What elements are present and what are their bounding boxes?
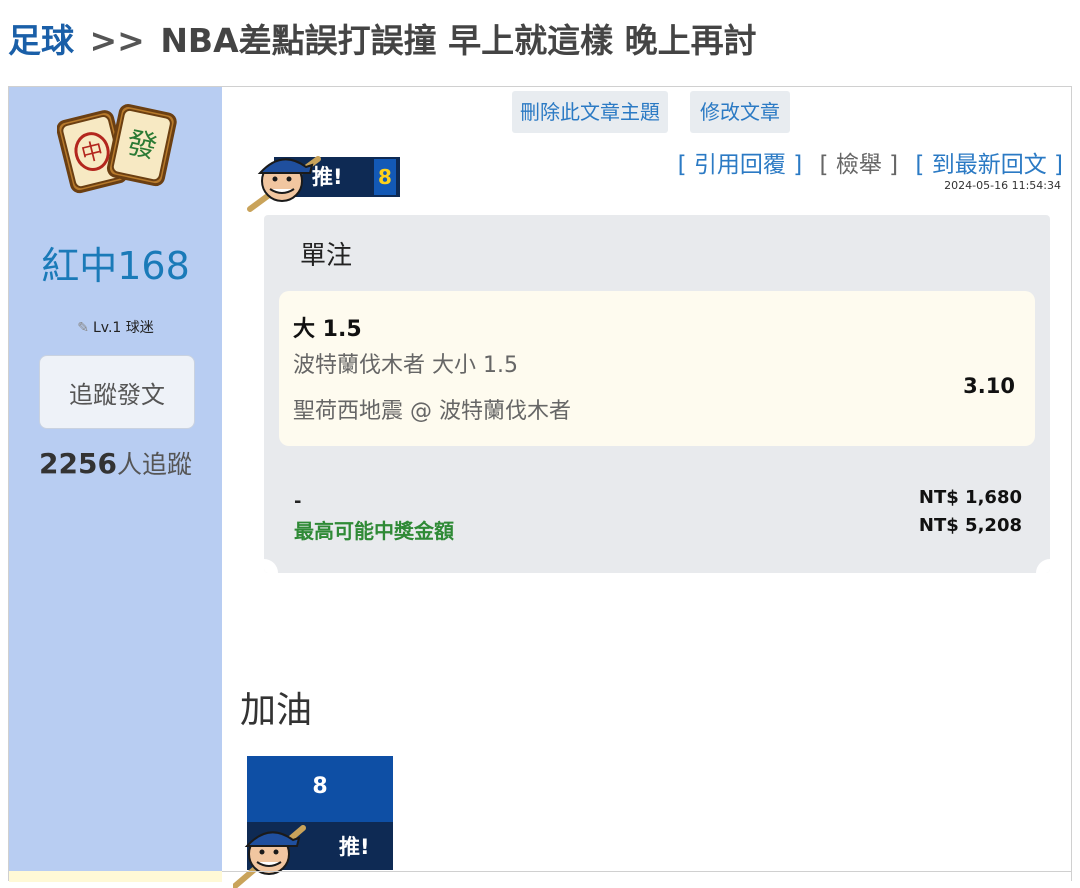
pencil-icon: ✎ (77, 320, 89, 336)
quote-reply-link[interactable]: [ 引用回覆 ] (678, 152, 803, 178)
ticket-notch-right (1036, 559, 1050, 573)
post-actions: [ 引用回覆 ] [ 檢舉 ] [ 到最新回文 ] (678, 145, 1063, 179)
author-name[interactable]: 紅中168 (9, 235, 222, 290)
follower-number: 2256 (39, 447, 117, 480)
post-body: 刪除此文章主題 修改文章 [ 引用回覆 ] [ 檢舉 ] [ 到最新回文 ] 2… (222, 87, 1071, 888)
push-vote-card[interactable]: 8 推! (233, 756, 393, 888)
divider (222, 871, 1071, 872)
bet-pick: 大 1.5 (293, 317, 362, 342)
max-payout-label: 最高可能中獎金額 (294, 519, 454, 543)
post-comment: 加油 (240, 690, 313, 731)
push-card-label: 推! (339, 835, 370, 859)
page-title: NBA差點誤打誤撞 早上就這樣 晚上再討 (160, 21, 757, 60)
stake-amount: NT$ 1,680 (918, 487, 1022, 508)
bet-selection: 大 1.5 波特蘭伐木者 大小 1.5 聖荷西地震 @ 波特蘭伐木者 3.10 (279, 291, 1035, 446)
push-count: 8 (374, 159, 396, 195)
author-level: ✎ Lv.1 球迷 (9, 317, 222, 337)
push-card-count: 8 (312, 774, 328, 799)
breadcrumb: 足球 >> NBA差點誤打誤撞 早上就這樣 晚上再討 (8, 18, 757, 64)
follow-button[interactable]: 追蹤發文 (39, 355, 195, 429)
stake-label: - (294, 491, 302, 512)
max-payout-amount: NT$ 5,208 (918, 515, 1022, 536)
bet-match: 聖荷西地震 @ 波特蘭伐木者 (293, 399, 571, 424)
mahjong-avatar-icon[interactable]: 中 發 (57, 101, 177, 201)
baseball-mascot-icon (233, 825, 306, 888)
follower-count: 2256人追蹤 (9, 445, 222, 481)
author-sidebar: 中 發 紅中168 ✎ Lv.1 球迷 追蹤發文 2256人追蹤 (9, 87, 222, 871)
breadcrumb-separator: >> (89, 21, 145, 60)
follower-suffix: 人追蹤 (116, 450, 192, 479)
edit-post-button[interactable]: 修改文章 (690, 91, 790, 133)
push-label: 推! (312, 165, 343, 189)
report-link[interactable]: [ 檢舉 ] (820, 152, 899, 178)
post-timestamp: 2024-05-16 11:54:34 (944, 179, 1061, 192)
post-container: 中 發 紅中168 ✎ Lv.1 球迷 追蹤發文 2256人追蹤 刪除此文章主題 … (8, 86, 1072, 888)
latest-reply-link[interactable]: [ 到最新回文 ] (915, 152, 1063, 178)
ticket-notch-left (264, 559, 278, 573)
bet-market: 波特蘭伐木者 大小 1.5 (293, 353, 518, 378)
delete-topic-button[interactable]: 刪除此文章主題 (512, 91, 668, 133)
bet-slip: 單注 大 1.5 波特蘭伐木者 大小 1.5 聖荷西地震 @ 波特蘭伐木者 3.… (264, 215, 1050, 573)
breadcrumb-category-link[interactable]: 足球 (8, 21, 74, 60)
sidebar-footer (9, 871, 222, 882)
author-level-text: Lv.1 球迷 (92, 320, 154, 336)
bet-slip-title: 單注 (300, 241, 353, 271)
bet-odds: 3.10 (963, 374, 1015, 398)
